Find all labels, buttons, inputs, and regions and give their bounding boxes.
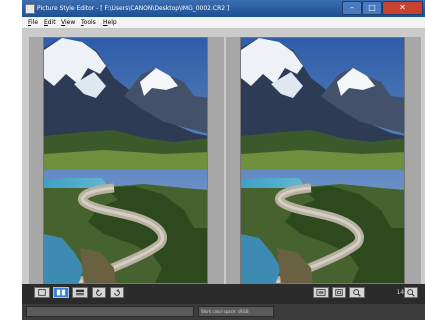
rotate-right-icon[interactable] [110,287,124,298]
image-compare-area [22,29,425,284]
after-image-pane[interactable] [226,37,421,284]
menu-edit[interactable]: Edit [44,17,56,28]
compare-view-icon[interactable] [72,287,88,298]
menu-view[interactable]: View [61,17,75,28]
before-image [43,37,208,284]
menu-help[interactable]: Help [103,17,117,28]
window-title: Picture Style Editor - [ F:\Users\CANON\… [37,5,230,12]
maximize-button[interactable]: □ [362,1,382,15]
status-bar: Work color space: sRGB [22,304,425,320]
after-image [240,37,405,284]
app-window: Picture Style Editor - [ F:\Users\CANON\… [22,0,425,320]
app-icon [25,4,35,14]
color-space-panel: Work color space: sRGB [198,306,274,317]
menu-file[interactable]: File [28,17,38,28]
color-space-label: Work color space: sRGB [201,309,249,314]
close-button[interactable]: ✕ [382,1,423,15]
minimize-button[interactable]: – [342,1,362,15]
full-screen-icon[interactable] [332,287,346,298]
split-view-icon[interactable] [53,287,69,298]
menu-bar: File Edit View Tools Help [22,17,425,29]
fit-window-icon[interactable] [313,287,329,298]
menu-tools[interactable]: Tools [81,17,96,28]
title-bar[interactable]: Picture Style Editor - [ F:\Users\CANON\… [22,0,425,17]
single-view-icon[interactable] [34,287,50,298]
view-toolbar: 14.6% [22,284,425,304]
before-image-pane[interactable] [29,37,224,284]
rotate-left-icon[interactable] [92,287,106,298]
zoom-icon[interactable] [349,287,365,298]
zoom-100-icon[interactable] [404,287,418,298]
status-panel-left [26,306,194,317]
